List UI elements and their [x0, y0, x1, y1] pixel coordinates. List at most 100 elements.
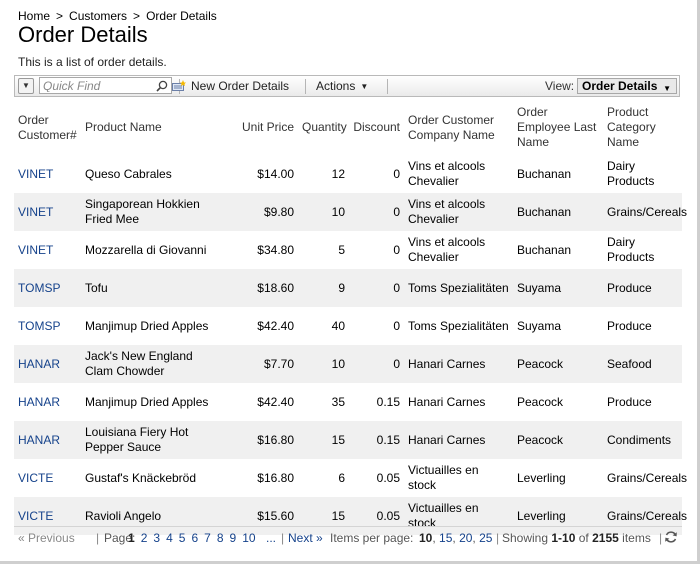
pager-separator: | [659, 531, 663, 545]
pager-separator: | [281, 531, 285, 545]
refresh-icon[interactable] [664, 530, 678, 544]
of-label: of [578, 531, 589, 545]
column-header-quantity[interactable]: Quantity [298, 100, 349, 155]
view-selector[interactable]: Order Details ▼ [577, 78, 677, 94]
table-row[interactable]: VINET Mozzarella di Giovanni $34.80 5 0 Vins … [14, 231, 682, 269]
cell-quantity: 6 [338, 470, 345, 485]
next-page-link[interactable]: Next » [288, 531, 323, 545]
cell-product-name: Gustaf's Knäckebröd [85, 470, 197, 485]
column-header-product-name[interactable]: Product Name [81, 100, 221, 155]
page-link[interactable]: 4 [166, 531, 173, 545]
column-header-unit-price[interactable]: Unit Price [221, 100, 298, 155]
page-link[interactable]: 7 [204, 531, 211, 545]
current-page-size: 10 [419, 531, 433, 545]
column-header-company-name[interactable]: Order Customer Company Name [404, 100, 513, 155]
cell-unit-price: $42.40 [257, 318, 294, 333]
cell-quantity: 35 [331, 394, 345, 409]
page-size-option[interactable]: 25 [479, 531, 492, 545]
page-link[interactable]: 6 [191, 531, 198, 545]
new-record-icon [172, 80, 186, 91]
new-order-details-button[interactable]: New Order Details [172, 79, 289, 93]
column-header-employee-last-name[interactable]: Order Employee Last Name [513, 100, 603, 155]
cell-order-customer: VINET [14, 231, 81, 269]
cell-employee-last-name: Buchanan [513, 193, 603, 231]
search-icon[interactable] [156, 80, 168, 92]
page-description: This is a list of order details. [18, 55, 167, 69]
cell-quantity: 15 [298, 421, 349, 459]
cell-category-name: Grains/Cereals [607, 470, 688, 485]
cell-company-name: Toms Spezialitäten [408, 318, 509, 333]
customer-link[interactable]: VINET [18, 167, 53, 181]
customer-link[interactable]: VINET [18, 205, 53, 219]
table-row[interactable]: TOMSP Tofu $18.60 9 0 Toms Spezialitäten Suyam… [14, 269, 682, 307]
cell-discount: 0.05 [376, 470, 400, 485]
page-link[interactable]: 8 [217, 531, 224, 545]
pager-separator: | [96, 531, 100, 545]
customer-link[interactable]: VICTE [18, 509, 53, 523]
quick-find-box [39, 77, 172, 94]
table-row[interactable]: HANAR Jack's New England Clam Chowder $7.7… [14, 345, 682, 383]
customer-link[interactable]: HANAR [18, 357, 60, 371]
cell-product-name: Manjimup Dried Apples [85, 318, 209, 333]
previous-page-link[interactable]: « Previous [18, 531, 75, 545]
pager: « Previous | Page: 1 2 3 4 5 6 7 8 9 10 ... | Nex… [14, 526, 682, 550]
cell-order-customer: HANAR [14, 383, 81, 421]
customer-link[interactable]: VINET [18, 243, 53, 257]
page-ellipsis[interactable]: ... [266, 531, 276, 545]
page-link[interactable]: 5 [179, 531, 186, 545]
items-per-page-label: Items per page: [330, 531, 414, 545]
customer-link[interactable]: TOMSP [18, 281, 60, 295]
cell-company-name: Hanari Carnes [408, 394, 486, 409]
column-header-discount[interactable]: Discount [349, 100, 404, 155]
showing-range: 1-10 [551, 531, 576, 545]
current-page[interactable]: 1 [128, 531, 135, 545]
breadcrumb-customers[interactable]: Customers [69, 9, 127, 23]
breadcrumb: Home > Customers > Order Details [18, 9, 217, 23]
cell-quantity: 40 [331, 318, 345, 333]
customer-link[interactable]: TOMSP [18, 319, 60, 333]
cell-order-customer: TOMSP [14, 307, 81, 345]
cell-category-name: Dairy Products [607, 159, 655, 188]
cell-unit-price: $18.60 [221, 269, 298, 307]
cell-product-name: Manjimup Dried Apples [85, 394, 209, 409]
page-link[interactable]: 10 [242, 531, 255, 545]
table-row[interactable]: VICTE Gustaf's Knäckebröd $16.80 6 0.05 Victu… [14, 459, 688, 497]
column-header-category-name[interactable]: Product Category Name [603, 100, 682, 155]
cell-quantity: 10 [298, 345, 349, 383]
page-link[interactable]: 3 [153, 531, 160, 545]
cell-product-name: Jack's New England Clam Chowder [81, 345, 221, 383]
column-header-order-customer[interactable]: Order Customer# [14, 100, 81, 155]
toolbar-divider [387, 79, 388, 94]
table-row[interactable]: VINET Queso Cabrales $14.00 12 0 Vins et alco… [14, 155, 682, 193]
customer-link[interactable]: VICTE [18, 471, 53, 485]
cell-category-name: Seafood [603, 345, 682, 383]
cell-category-name: Produce [607, 318, 652, 333]
page-size-options: 10, 15, 20, 25 [419, 531, 493, 545]
quick-find-input[interactable] [43, 79, 153, 92]
customer-link[interactable]: HANAR [18, 395, 60, 409]
table-row[interactable]: HANAR Louisiana Fiery Hot Pepper Sauce $16… [14, 421, 682, 459]
breadcrumb-separator: > [56, 9, 64, 23]
actions-button[interactable]: Actions ▼ [316, 79, 368, 93]
page-size-option[interactable]: 15 [439, 531, 452, 545]
cell-company-name: Hanari Carnes [404, 421, 513, 459]
collapse-icon[interactable]: ▼ [18, 78, 34, 94]
breadcrumb-current: Order Details [146, 9, 217, 23]
breadcrumb-home[interactable]: Home [18, 9, 50, 23]
page-link[interactable]: 9 [230, 531, 237, 545]
cell-product-name: Tofu [81, 269, 221, 307]
table-row[interactable]: VINET Singaporean Hokkien Fried Mee $9.80 1… [14, 193, 687, 231]
actions-label: Actions [316, 79, 356, 93]
cell-order-customer: HANAR [14, 421, 81, 459]
page-link[interactable]: 2 [141, 531, 148, 545]
toolbar-divider [305, 79, 306, 94]
cell-product-name: Louisiana Fiery Hot Pepper Sauce [81, 421, 221, 459]
chevron-down-icon: ▼ [663, 84, 671, 93]
table-row[interactable]: HANAR Manjimup Dried Apples $42.40 35 0.15 Ha… [14, 383, 682, 421]
customer-link[interactable]: HANAR [18, 433, 60, 447]
cell-unit-price: $9.80 [221, 193, 298, 231]
page-size-option[interactable]: 20 [459, 531, 472, 545]
cell-quantity: 9 [298, 269, 349, 307]
cell-employee-last-name: Suyama [517, 318, 562, 333]
table-row[interactable]: TOMSP Manjimup Dried Apples $42.40 40 0 Toms … [14, 307, 682, 345]
